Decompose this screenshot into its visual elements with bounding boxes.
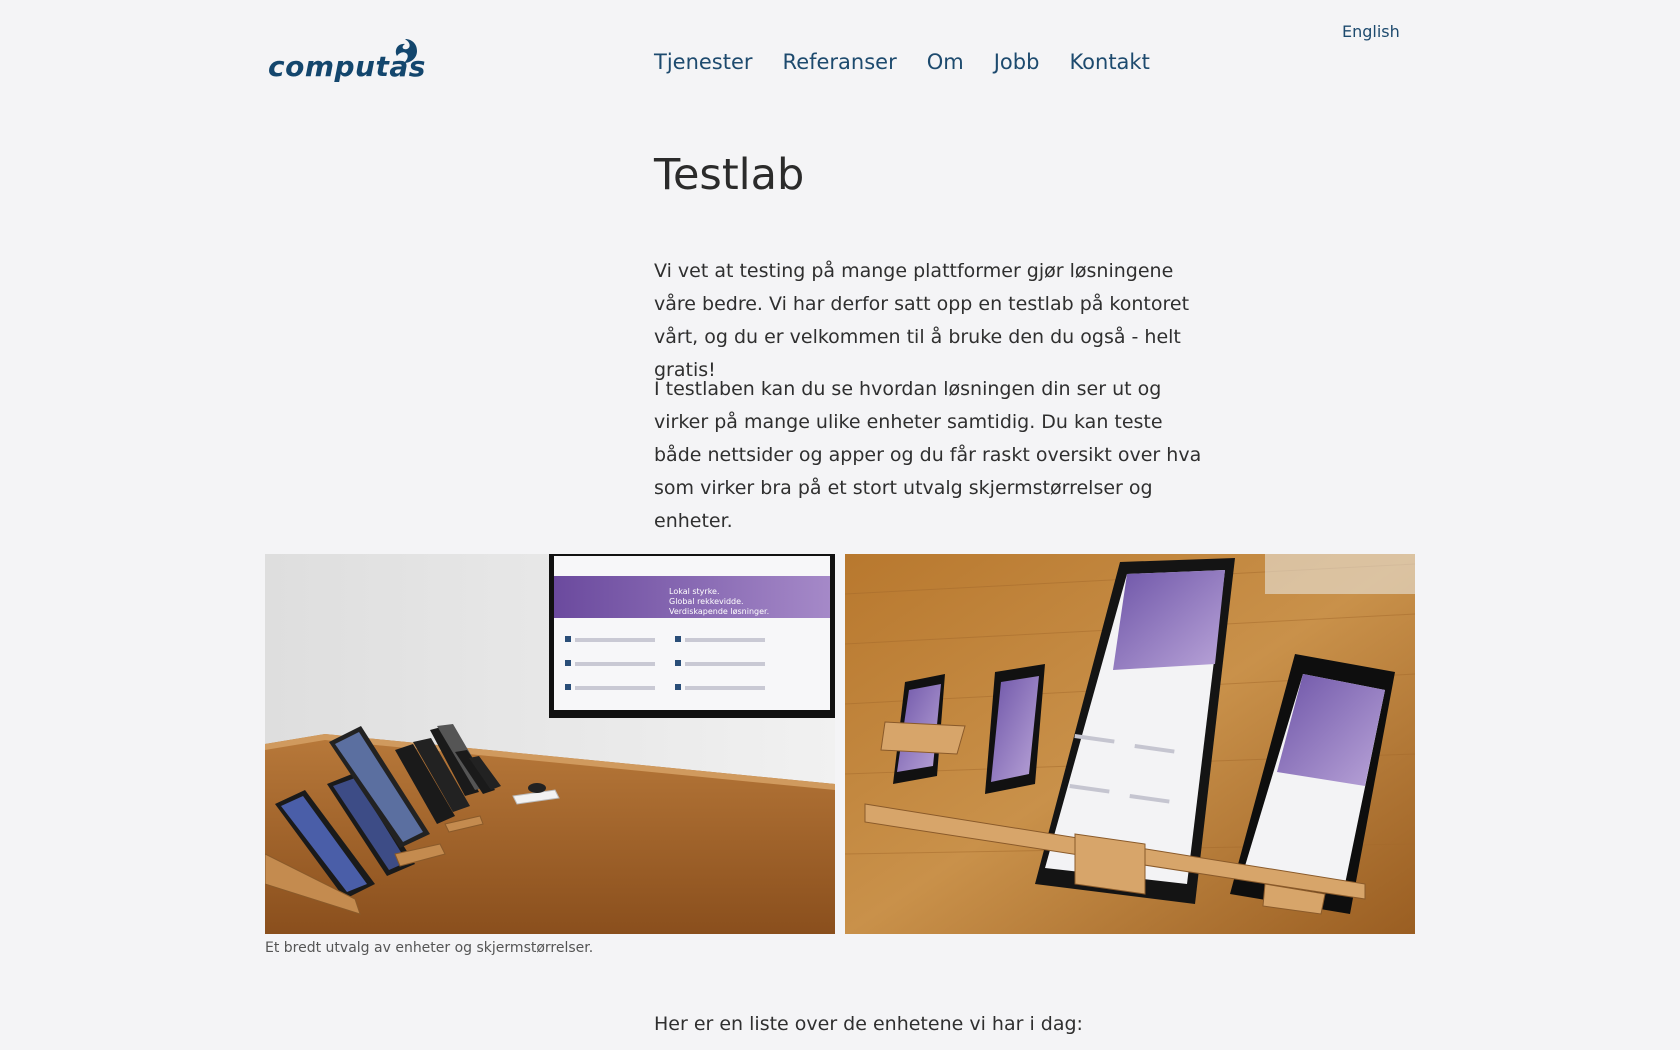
intro-paragraph: Vi vet at testing på mange plattformer g… — [654, 260, 1190, 381]
nav-jobb[interactable]: Jobb — [994, 50, 1040, 74]
device-list-intro: Her er en liste over de enhetene vi har … — [654, 1013, 1083, 1035]
testlab-description-paragraph: I testlaben kan du se hvordan løsningen … — [654, 378, 1202, 532]
logo-swirl-icon — [395, 39, 417, 63]
gallery-caption: Et bredt utvalg av enheter og skjermstør… — [265, 940, 594, 956]
monitor-screen-text-1: Lokal styrke. — [669, 587, 720, 596]
page-title: Testlab — [654, 150, 805, 200]
language-link-english[interactable]: English — [1342, 22, 1400, 41]
testlab-desk-photo: Lokal styrke. Global rekkevidde. Verdisk… — [265, 554, 835, 934]
nav-kontakt[interactable]: Kontakt — [1069, 50, 1149, 74]
testlab-devices-closeup-photo — [845, 554, 1415, 934]
monitor-screen-text-2: Global rekkevidde. — [669, 597, 744, 606]
nav-referanser[interactable]: Referanser — [783, 50, 897, 74]
computas-logo[interactable]: computas — [268, 38, 425, 86]
nav-tjenester[interactable]: Tjenester — [654, 50, 753, 74]
monitor-screen-text-3: Verdiskapende løsninger. — [669, 607, 769, 616]
nav-om[interactable]: Om — [927, 50, 964, 74]
main-navigation: Tjenester Referanser Om Jobb Kontakt — [654, 50, 1150, 74]
